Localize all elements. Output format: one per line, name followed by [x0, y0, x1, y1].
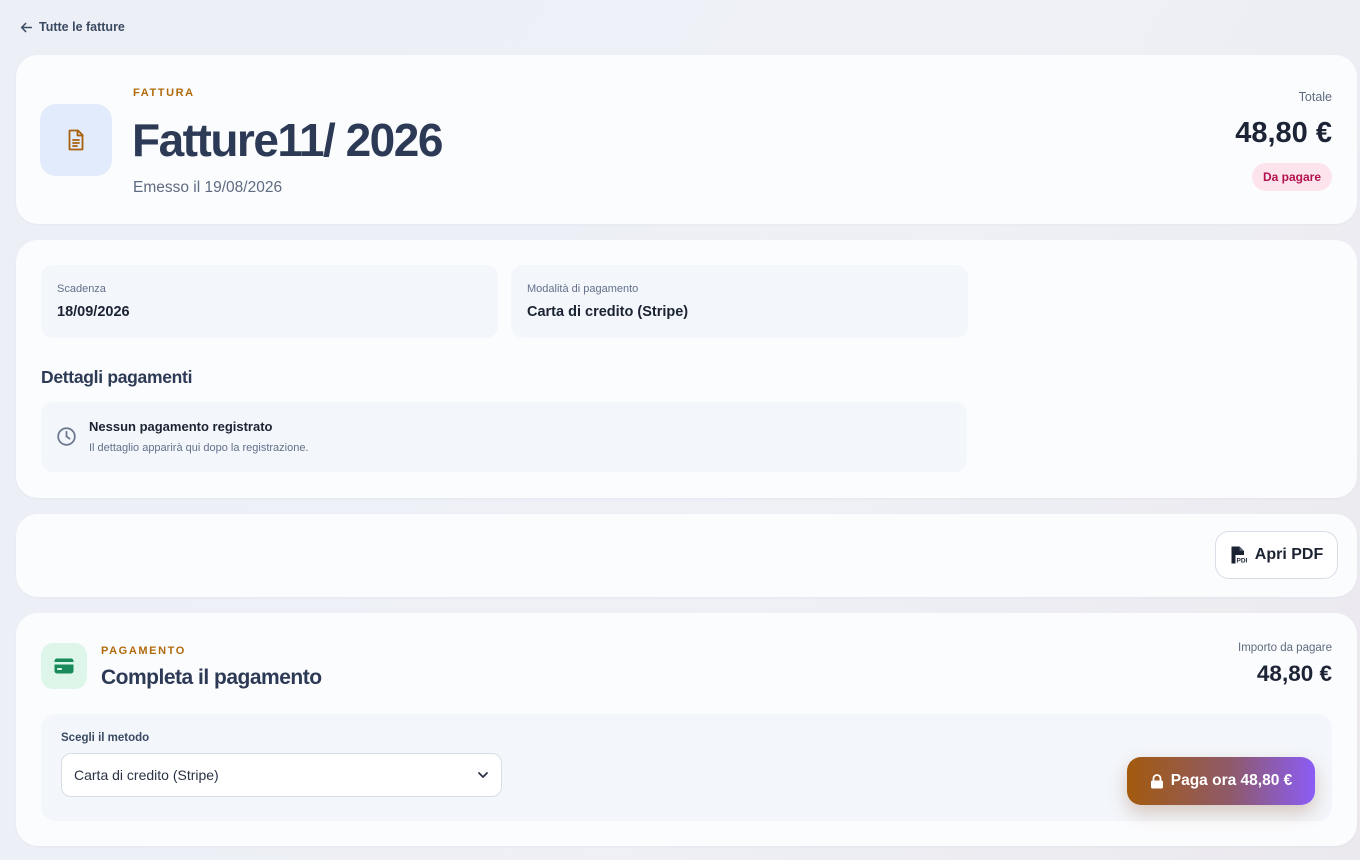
svg-text:PDF: PDF	[1236, 558, 1247, 565]
status-badge: Da pagare	[1251, 163, 1332, 191]
invoice-eyebrow: FATTURA	[133, 87, 195, 99]
payment-method-select[interactable]: Carta di credito (Stripe)	[61, 753, 502, 797]
chevron-down-icon	[478, 772, 488, 778]
payment-card: PAGAMENTO Completa il pagamento Importo …	[16, 613, 1357, 846]
payments-section-title: Dettagli pagamenti	[41, 367, 193, 387]
due-date-field: Scadenza 18/09/2026	[41, 265, 498, 338]
due-date-value: 18/09/2026	[57, 304, 130, 320]
payment-method-value: Carta di credito (Stripe)	[527, 304, 689, 320]
empty-state-text: Il dettaglio apparirà qui dopo la regist…	[89, 442, 309, 454]
document-actions-card: PDF Apri PDF	[16, 514, 1357, 597]
pay-now-button[interactable]: Paga ora 48,80 €	[1127, 757, 1315, 805]
payment-eyebrow: PAGAMENTO	[101, 645, 186, 657]
method-select-label: Scegli il metodo	[61, 732, 150, 744]
back-link-label: Tutte le fatture	[39, 20, 125, 34]
page-title: Fatture11/ 2026	[132, 114, 443, 166]
amount-due-value: 48,80 €	[1256, 661, 1332, 686]
amount-due-label: Importo da pagare	[1238, 642, 1332, 654]
credit-card-icon-tile	[41, 643, 87, 689]
lock-icon	[1150, 773, 1163, 788]
pay-now-label: Paga ora 48,80 €	[1170, 772, 1293, 789]
due-date-label: Scadenza	[57, 283, 106, 295]
document-icon	[68, 129, 84, 151]
open-pdf-label: Apri PDF	[1254, 546, 1324, 563]
back-link[interactable]: Tutte le fatture	[20, 20, 125, 34]
total-amount: 48,80 €	[1235, 117, 1332, 149]
credit-card-icon	[54, 658, 74, 674]
payment-title: Completa il pagamento	[101, 666, 322, 689]
empty-payments-state: Nessun pagamento registrato Il dettaglio…	[41, 402, 967, 472]
total-label: Totale	[1298, 90, 1332, 104]
payment-method-field: Modalità di pagamento Carta di credito (…	[511, 265, 968, 338]
empty-state-title: Nessun pagamento registrato	[89, 419, 273, 434]
invoice-header-card: FATTURA Fatture11/ 2026 Emesso il 19/08/…	[16, 55, 1357, 224]
document-icon-tile	[40, 104, 112, 176]
payment-method-selected: Carta di credito (Stripe)	[74, 767, 219, 783]
pdf-file-icon: PDF	[1231, 546, 1247, 565]
payment-method-label: Modalità di pagamento	[527, 283, 639, 295]
invoice-details-card: Scadenza 18/09/2026 Modalità di pagament…	[16, 240, 1357, 498]
clock-icon	[57, 427, 76, 446]
arrow-left-icon	[20, 22, 33, 32]
issue-date: Emesso il 19/08/2026	[133, 179, 283, 196]
open-pdf-button[interactable]: PDF Apri PDF	[1215, 531, 1338, 579]
